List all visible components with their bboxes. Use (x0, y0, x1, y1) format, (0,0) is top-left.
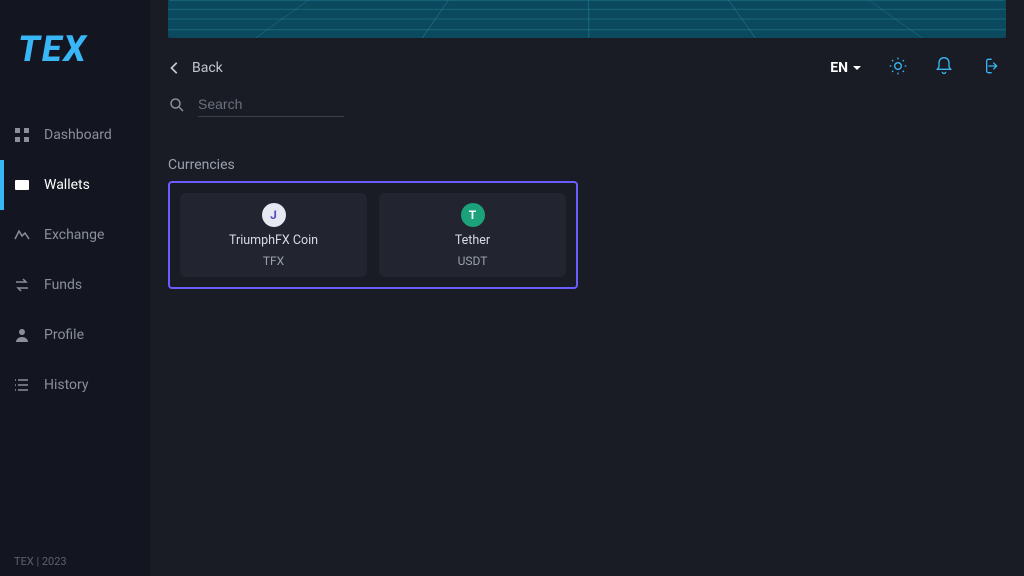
top-actions: EN (830, 56, 1006, 80)
chevron-down-icon (852, 63, 862, 73)
footer-text: TEX | 2023 (0, 547, 150, 576)
sidebar: TEX Dashboard Wallets Exchange Funds Pro… (0, 0, 150, 576)
hero-banner (168, 0, 1006, 38)
brand-logo: TEX (0, 10, 150, 80)
search-row (168, 92, 1006, 117)
topbar: Back EN (168, 52, 1006, 84)
sidebar-item-wallets[interactable]: Wallets (0, 160, 150, 210)
currency-name: Tether (455, 233, 490, 248)
sidebar-item-funds[interactable]: Funds (0, 260, 150, 310)
sidebar-item-label: Profile (44, 327, 84, 343)
coin-icon: J (262, 203, 286, 227)
sidebar-item-label: Funds (44, 277, 82, 293)
currency-symbol: TFX (263, 254, 284, 268)
search-icon (168, 96, 186, 114)
language-selector[interactable]: EN (830, 60, 862, 76)
notifications-button[interactable] (934, 56, 954, 80)
logout-icon (980, 56, 1000, 76)
language-label: EN (830, 60, 848, 76)
sidebar-item-label: Dashboard (44, 127, 112, 143)
user-icon (14, 327, 30, 343)
currency-cards-highlight: J TriumphFX Coin TFX T Tether USDT (168, 181, 578, 289)
sidebar-nav: Dashboard Wallets Exchange Funds Profile… (0, 110, 150, 410)
sidebar-item-label: Wallets (44, 177, 90, 193)
sidebar-item-label: History (44, 377, 89, 393)
section-title: Currencies (168, 157, 1006, 173)
sidebar-item-label: Exchange (44, 227, 104, 243)
sun-icon (888, 56, 908, 76)
bell-icon (934, 56, 954, 76)
logout-button[interactable] (980, 56, 1000, 80)
list-icon (14, 377, 30, 393)
back-label: Back (192, 60, 223, 76)
sidebar-item-exchange[interactable]: Exchange (0, 210, 150, 260)
sidebar-item-history[interactable]: History (0, 360, 150, 410)
currency-card-tfx[interactable]: J TriumphFX Coin TFX (180, 193, 367, 277)
currency-name: TriumphFX Coin (229, 233, 318, 248)
back-button[interactable]: Back (168, 60, 223, 76)
search-input[interactable] (198, 92, 344, 117)
grid-icon (14, 127, 30, 143)
theme-toggle[interactable] (888, 56, 908, 80)
sidebar-item-profile[interactable]: Profile (0, 310, 150, 360)
exchange-icon (14, 227, 30, 243)
coin-icon: T (461, 203, 485, 227)
main-content: Back EN Currencies (150, 0, 1024, 576)
sidebar-item-dashboard[interactable]: Dashboard (0, 110, 150, 160)
currency-symbol: USDT (458, 254, 488, 268)
wallet-icon (14, 177, 30, 193)
chevron-left-icon (168, 61, 182, 75)
transfer-icon (14, 277, 30, 293)
currency-card-usdt[interactable]: T Tether USDT (379, 193, 566, 277)
